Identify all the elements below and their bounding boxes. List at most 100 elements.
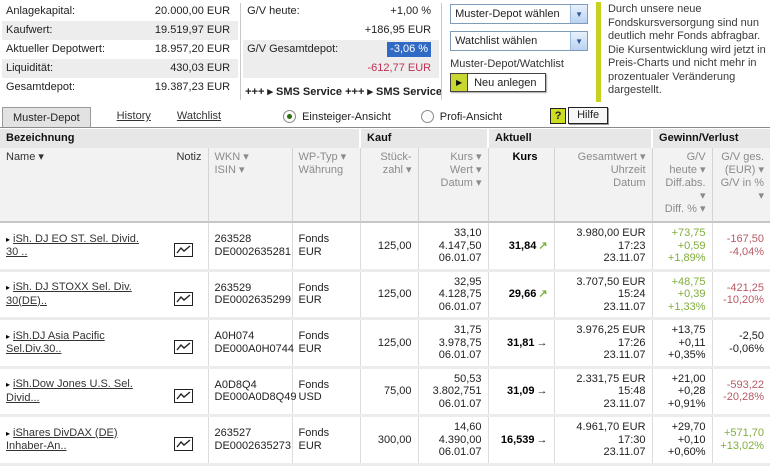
summary-value: 18.957,20 EUR	[154, 43, 231, 55]
summary-label: Kaufwert:	[6, 24, 53, 36]
wkn-isin-cell: A0H074 DE000A0H0744	[207, 318, 294, 369]
help-control: ? Hilfe	[550, 107, 609, 127]
kurs-value: 16,539	[500, 433, 535, 446]
col-kauf-sort[interactable]: Kurs ▾ Wert ▾ Datum ▾	[417, 148, 489, 223]
gv-heute-cell: +29,70 +0,10 +0,60%	[651, 415, 713, 466]
tab-muster-depot[interactable]: Muster-Depot	[2, 107, 91, 127]
group-bezeichnung: Bezeichnung	[0, 129, 361, 148]
kurs-cell: 31,84 ↗	[487, 222, 555, 272]
header-group-row: Bezeichnung Kauf Aktuell Gewinn/Verlust	[0, 129, 770, 148]
wptyp-cell: Fonds EUR	[291, 415, 361, 466]
wptyp-cell: Fonds EUR	[291, 318, 361, 369]
gesamtwert-cell: 3.980,00 EUR 17:23 23.11.07	[553, 222, 653, 272]
notiz-cell	[160, 270, 208, 320]
position-row: iSh. DJ STOXX Sel. Div. 30(DE).. 263529 …	[0, 270, 770, 320]
wptyp-cell: Fonds EUR	[291, 222, 361, 272]
kauf-cell: 32,95 4.128,75 06.01.07	[417, 270, 489, 320]
watchlist-select[interactable]: Watchlist wählen	[450, 31, 589, 51]
kauf-cell: 14,60 4.390,00 06.01.07	[417, 415, 489, 466]
chart-note-icon[interactable]	[174, 340, 194, 355]
position-name-cell: iSh.DJ Asia Pacific Sel.Div.30..	[0, 318, 160, 369]
tab-history[interactable]: History	[117, 110, 151, 127]
gv-heute-cell: +73,75 +0,59 +1,89%	[651, 222, 713, 272]
kurs-cell: 16,539 →	[487, 415, 555, 466]
position-link[interactable]: iSh. DJ STOXX Sel. Div. 30(DE)..	[6, 281, 132, 307]
new-depot-caption: Muster-Depot/Watchlist	[450, 58, 564, 70]
notiz-cell	[160, 222, 208, 272]
help-button[interactable]: Hilfe	[568, 107, 609, 124]
position-link[interactable]: iSh.DJ Asia Pacific Sel.Div.30..	[6, 330, 105, 356]
gv-total-percent: -3,06 %	[387, 42, 432, 57]
header-sub-row: Name ▾ Notiz WKN ▾ ISIN ▾ WP-Typ ▾ Währu…	[0, 148, 770, 223]
expand-icon[interactable]	[6, 380, 10, 389]
chart-note-icon[interactable]	[174, 243, 194, 258]
summary-label: Anlagekapital:	[6, 5, 76, 17]
chart-note-icon[interactable]	[174, 291, 194, 306]
gesamtwert-cell: 3.707,50 EUR 15:24 23.11.07	[553, 270, 653, 320]
depot-select[interactable]: Muster-Depot wählen	[450, 4, 589, 24]
trend-arrow-icon: →	[536, 336, 548, 349]
summary-row: Kaufwert: 19.519,97 EUR	[2, 21, 239, 40]
col-gesamtwert-sort[interactable]: Gesamtwert ▾ Uhrzeit Datum	[553, 148, 653, 223]
create-new-button[interactable]: Neu anlegen	[450, 73, 547, 92]
wkn-isin-cell: 263527 DE0002635273	[207, 415, 292, 466]
sms-service-ticker[interactable]: +++ ▸ SMS Service +++ ▸ SMS Service	[243, 85, 442, 98]
trend-arrow-icon: →	[536, 433, 548, 446]
gain-loss-panel: G/V heute: +1,00 % +186,95 EUR G/V Gesam…	[243, 2, 442, 104]
gv-ges-cell: -167,50 -4,04%	[711, 222, 770, 272]
summary-value: 430,03 EUR	[170, 62, 231, 74]
wptyp-cell: Fonds USD	[291, 367, 361, 417]
col-name-sort[interactable]: Name ▾	[0, 148, 160, 223]
chart-note-icon[interactable]	[174, 437, 194, 452]
gv-today-row: G/V heute: +1,00 %	[243, 2, 439, 21]
depot-summary-bar: Anlagekapital: 20.000,00 EUR Kaufwert: 1…	[0, 0, 770, 104]
col-gv-heute-sort[interactable]: G/V heute ▾ Diff.abs. ▾ Diff. % ▾	[651, 148, 713, 223]
chart-note-icon[interactable]	[174, 388, 194, 403]
pro-view-label: Profi-Ansicht	[439, 110, 503, 123]
kauf-cell: 31,75 3.978,75 06.01.07	[417, 318, 489, 369]
position-row: iShares DivDAX (DE) Inhaber-An.. 263527 …	[0, 415, 770, 466]
summary-row: Gesamtdepot: 19.387,23 EUR	[2, 78, 238, 97]
accent-bar	[595, 2, 601, 102]
col-wptyp-sort[interactable]: WP-Typ ▾ Währung	[291, 148, 361, 223]
expand-icon[interactable]	[6, 235, 10, 244]
kurs-value: 31,81	[507, 336, 535, 349]
beginner-view-radio[interactable]	[283, 110, 297, 123]
kurs-cell: 29,66 ↗	[487, 270, 555, 320]
view-tab-bar: Muster-Depot History Watchlist Einsteige…	[0, 104, 770, 128]
gv-today-abs-row: +186,95 EUR	[243, 21, 439, 40]
pro-view-radio[interactable]	[420, 110, 434, 123]
gv-total-abs-row: -612,77 EUR	[243, 59, 440, 78]
col-notiz: Notiz	[160, 148, 208, 223]
gv-total-absolute: -612,77 EUR	[367, 62, 432, 74]
gv-today-label: G/V heute:	[247, 5, 300, 17]
watchlist-select-value: Watchlist wählen	[455, 35, 538, 47]
expand-icon[interactable]	[6, 429, 10, 438]
col-gv-ges-sort[interactable]: G/V ges. (EUR) ▾ G/V in % ▾	[711, 148, 770, 223]
position-link[interactable]: iSh. DJ EO ST. Sel. Divid. 30 ..	[6, 233, 139, 259]
position-row: iSh.DJ Asia Pacific Sel.Div.30.. A0H074 …	[0, 318, 770, 369]
wkn-isin-cell: 263529 DE0002635299	[207, 270, 292, 320]
gesamtwert-cell: 4.961,70 EUR 17:30 23.11.07	[553, 415, 653, 466]
stueckzahl-cell: 125,00	[359, 270, 419, 320]
notiz-cell	[160, 318, 208, 369]
gv-ges-cell: -421,25 -10,20%	[711, 270, 770, 320]
vertical-divider	[240, 3, 242, 100]
expand-icon[interactable]	[6, 332, 10, 341]
chevron-down-icon[interactable]	[570, 32, 588, 50]
kauf-cell: 33,10 4.147,50 06.01.07	[417, 222, 489, 272]
col-stueckzahl-sort[interactable]: Stück- zahl ▾	[359, 148, 419, 223]
summary-row: Anlagekapital: 20.000,00 EUR	[2, 2, 238, 21]
chevron-down-icon[interactable]	[570, 5, 588, 23]
question-icon[interactable]: ?	[550, 107, 567, 124]
expand-icon[interactable]	[6, 283, 10, 292]
col-wkn-isin-sort[interactable]: WKN ▾ ISIN ▾	[207, 148, 292, 223]
position-link[interactable]: iSh.Dow Jones U.S. Sel. Divid...	[6, 378, 133, 404]
position-name-cell: iSh. DJ STOXX Sel. Div. 30(DE)..	[0, 270, 160, 320]
gesamtwert-cell: 3.976,25 EUR 17:26 23.11.07	[553, 318, 653, 369]
gv-total-row: G/V Gesamtdepot: -3,06 %	[243, 40, 440, 59]
position-row: iSh. DJ EO ST. Sel. Divid. 30 .. 263528 …	[0, 222, 770, 272]
gv-heute-cell: +48,75 +0,39 +1,33%	[651, 270, 713, 320]
position-link[interactable]: iShares DivDAX (DE) Inhaber-An..	[6, 427, 118, 453]
tab-watchlist[interactable]: Watchlist	[177, 110, 221, 127]
